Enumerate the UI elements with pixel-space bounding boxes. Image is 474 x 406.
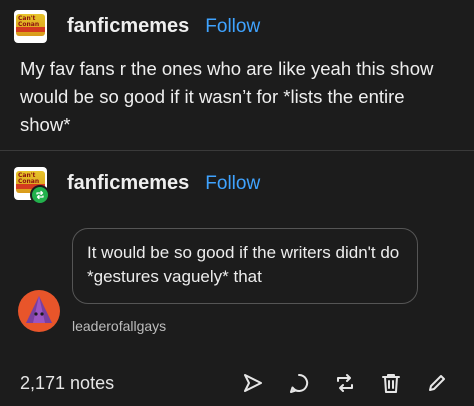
post-footer: 2,171 notes [20, 370, 450, 396]
reply-icon[interactable] [286, 370, 312, 396]
edit-icon[interactable] [424, 370, 450, 396]
post-header: Can't Conan fanficmemes Follow [14, 10, 260, 43]
blog-avatar[interactable]: Can't Conan [14, 10, 47, 43]
divider [0, 150, 474, 151]
reblog-icon[interactable] [332, 370, 358, 396]
share-icon[interactable] [240, 370, 266, 396]
avatar-logo-text: Can't Conan [18, 172, 40, 185]
notes-count[interactable]: 2,171 notes [20, 373, 114, 394]
avatar-logo-text: Can't Conan [18, 15, 40, 28]
asker-avatar[interactable] [18, 290, 60, 332]
asker-name[interactable]: leaderofallgays [72, 318, 166, 334]
reblog-follow-button[interactable]: Follow [205, 173, 260, 195]
blog-username[interactable]: fanficmemes [67, 15, 189, 38]
reblog-username[interactable]: fanficmemes [67, 172, 189, 195]
delete-icon[interactable] [378, 370, 404, 396]
post-text: My fav fans r the ones who are like yeah… [20, 58, 434, 135]
ask-bubble: It would be so good if the writers didn'… [72, 228, 418, 304]
action-bar [220, 370, 450, 396]
reblog-badge-icon [30, 185, 50, 205]
follow-button[interactable]: Follow [205, 16, 260, 38]
reblog-header: Can't Conan fanficmemes Follow [14, 167, 260, 205]
